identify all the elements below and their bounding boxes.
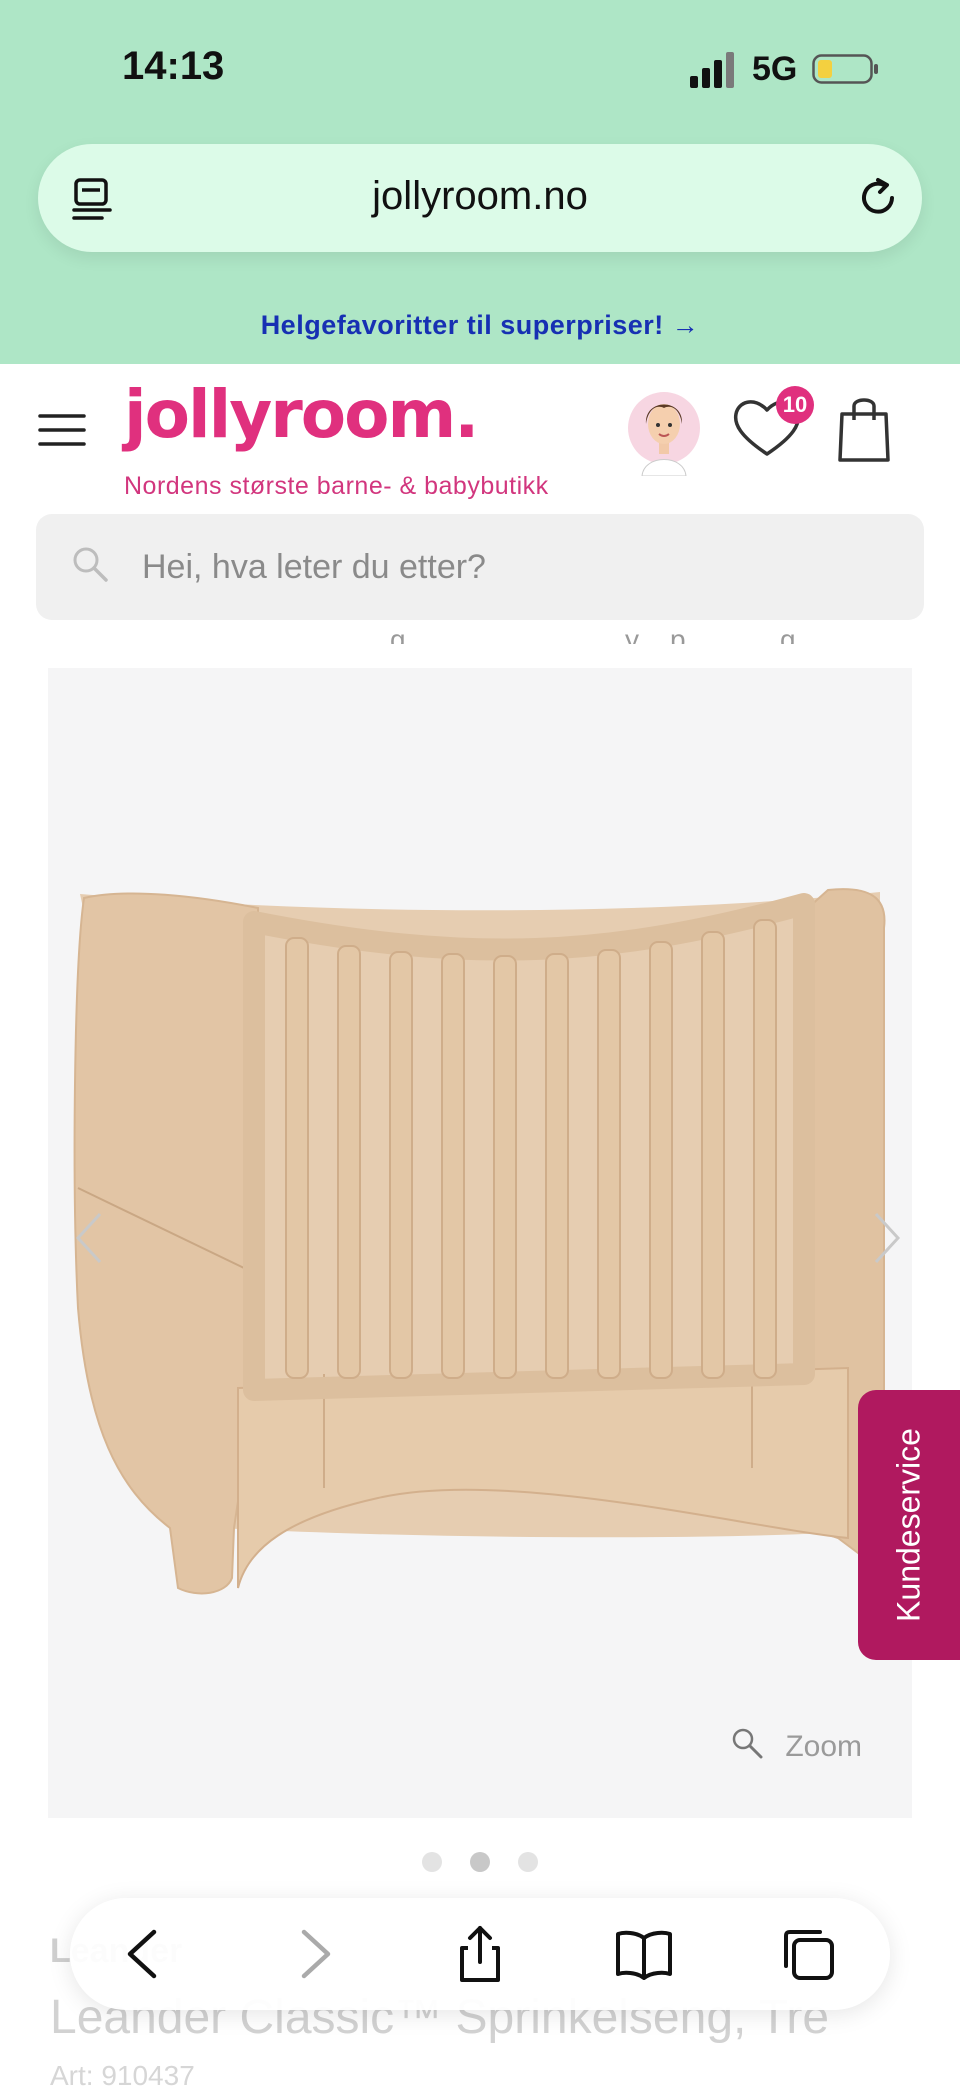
wishlist-count-badge: 10 <box>776 386 814 424</box>
bookmarks-icon[interactable] <box>614 1924 674 1984</box>
reload-icon[interactable] <box>854 174 902 222</box>
share-icon[interactable] <box>450 1924 510 1984</box>
gallery-dot[interactable] <box>422 1852 442 1872</box>
gallery-dot[interactable] <box>518 1852 538 1872</box>
url-text[interactable]: jollyroom.no <box>38 174 922 219</box>
status-time: 14:13 <box>122 44 225 88</box>
address-bar[interactable]: jollyroom.no <box>38 144 922 252</box>
breadcrumb: , g , y p g <box>60 630 820 644</box>
product-gallery[interactable]: Zoom <box>48 668 912 1818</box>
customer-service-label: Kundeservice <box>890 1428 927 1622</box>
zoom-icon[interactable] <box>730 1726 764 1760</box>
search-icon <box>73 547 108 582</box>
hamburger-menu-icon[interactable] <box>38 410 86 450</box>
assistant-avatar-icon[interactable] <box>626 380 702 476</box>
zoom-button[interactable]: Zoom <box>785 1730 862 1764</box>
tabs-icon[interactable] <box>778 1924 838 1984</box>
product-article-number: Art: 910437 <box>50 2060 195 2091</box>
shopping-bag-icon[interactable] <box>836 394 892 464</box>
battery-icon <box>812 54 878 84</box>
gallery-pagination <box>0 1852 960 1877</box>
network-type: 5G <box>752 50 798 88</box>
search-bar[interactable] <box>36 514 924 620</box>
site-header: jollyroom. Nordens største barne- & baby… <box>0 364 960 514</box>
product-image[interactable] <box>48 668 912 1818</box>
search-input[interactable] <box>142 514 882 620</box>
signal-icon <box>690 52 734 88</box>
browser-toolbar <box>70 1898 890 2010</box>
site-tagline: Nordens største barne- & babybutikk <box>124 472 549 500</box>
browser-chrome: 14:13 5G jollyroom.no Helgefavoritter ti… <box>0 0 960 364</box>
forward-icon[interactable] <box>282 1924 342 1984</box>
back-icon[interactable] <box>116 1924 176 1984</box>
customer-service-tab[interactable]: Kundeservice <box>858 1390 960 1660</box>
gallery-dot-active[interactable] <box>470 1852 490 1872</box>
gallery-prev-icon[interactable] <box>74 1210 104 1266</box>
site-logo[interactable]: jollyroom. <box>124 376 479 453</box>
promo-banner-link[interactable]: Helgefavoritter til superpriser! → <box>0 310 960 341</box>
gallery-next-icon[interactable] <box>872 1210 902 1266</box>
